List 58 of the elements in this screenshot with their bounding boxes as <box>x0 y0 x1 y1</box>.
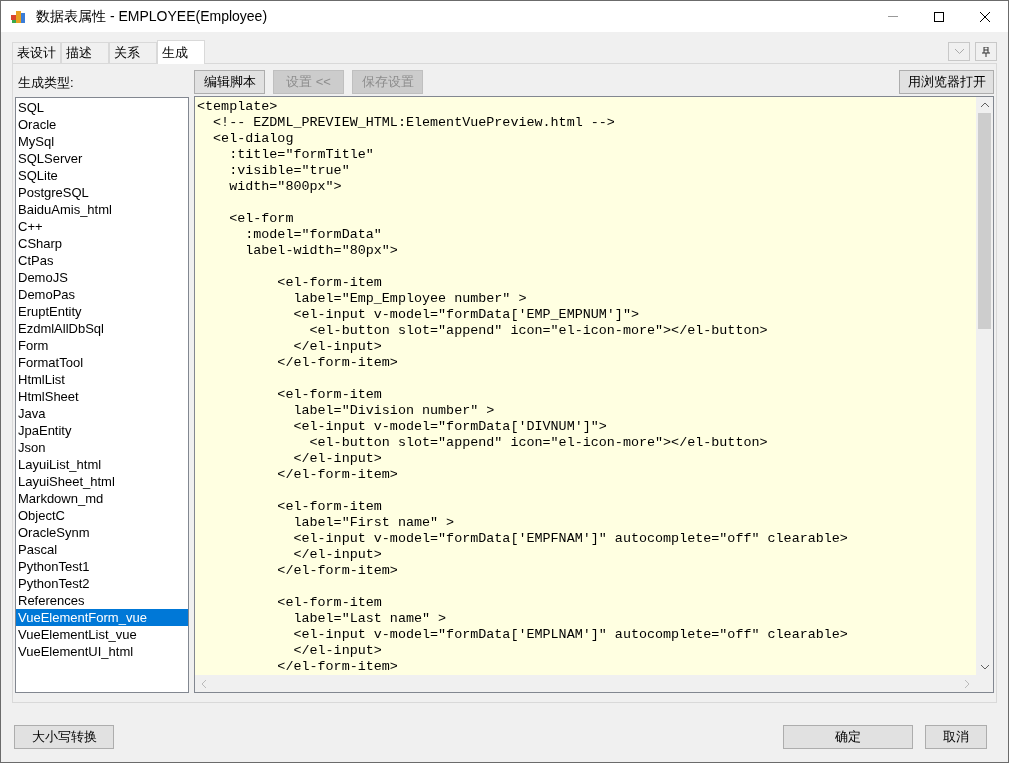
list-item[interactable]: ObjectC <box>16 507 188 524</box>
case-convert-button[interactable]: 大小写转换 <box>14 725 114 749</box>
dialog-button[interactable]: 取消 <box>925 725 987 749</box>
scrollbar-thumb[interactable] <box>978 113 991 329</box>
scroll-up-icon <box>980 102 989 107</box>
open-browser-button[interactable]: 用浏览器打开 <box>899 69 994 94</box>
list-item[interactable]: MySql <box>16 133 188 150</box>
list-item[interactable]: LayuiList_html <box>16 456 188 473</box>
list-item[interactable]: FormatTool <box>16 354 188 371</box>
list-item[interactable]: JpaEntity <box>16 422 188 439</box>
list-item[interactable]: LayuiSheet_html <box>16 473 188 490</box>
window-title: 数据表属性 - EMPLOYEE(Employee) <box>36 7 268 26</box>
app-icon <box>10 8 26 25</box>
tab[interactable]: 表设计 <box>12 42 61 63</box>
maximize-icon <box>934 11 944 22</box>
list-item[interactable]: VueElementUI_html <box>16 643 188 660</box>
tab[interactable]: 生成 <box>157 40 205 64</box>
list-item[interactable]: Java <box>16 405 188 422</box>
list-item[interactable]: DemoJS <box>16 269 188 286</box>
list-item[interactable]: Json <box>16 439 188 456</box>
chevron-down-icon <box>954 49 964 54</box>
list-item[interactable]: CSharp <box>16 235 188 252</box>
list-item[interactable]: Markdown_md <box>16 490 188 507</box>
list-item[interactable]: SQLite <box>16 167 188 184</box>
pin-icon <box>982 46 990 57</box>
list-item[interactable]: HtmlSheet <box>16 388 188 405</box>
list-item[interactable]: Form <box>16 337 188 354</box>
list-item[interactable]: VueElementList_vue <box>16 626 188 643</box>
scroll-down-icon <box>980 665 989 670</box>
dropdown-button[interactable] <box>948 42 970 61</box>
close-icon <box>980 11 990 22</box>
code-text: <template> <!-- EZDML_PREVIEW_HTML:ElementVuePreview.html --> <el-dialog :title="formTitle" :visible="true" width="800px"> <el-form :model="formData" label-width="80px"> <el-form-item label="Emp_Employee number" > <el-input v-model="formData['EMP_EMPNUM']"> <el-button slot="append" icon="el-icon-more"></el-button> </el-input> </el-form-item> <el-form-item label="Division number" > <el-input v-model="formData['DIVNUM']"> <el-button slot="append" icon="el-icon-more"></el-button> </el-input> </el-form-item> <el-form-item label="First name" > <el-input v-model="formData['EMPFNAM']" autocomplete="off" clearable> </el-input> </el-form-item> <el-form-item label="Last name" > <el-input v-model="formData['EMPLNAM']" autocomplete="off" clearable> </el-input> </el-form-item> <box>196 98 849 675</box>
list-item[interactable]: OracleSynm <box>16 524 188 541</box>
list-item[interactable]: Pascal <box>16 541 188 558</box>
tab[interactable]: 关系 <box>109 42 157 63</box>
tab[interactable]: 描述 <box>61 42 109 63</box>
list-item[interactable]: CtPas <box>16 252 188 269</box>
list-item[interactable]: C++ <box>16 218 188 235</box>
list-item[interactable]: PostgreSQL <box>16 184 188 201</box>
minimize-icon <box>888 16 898 17</box>
list-item[interactable]: VueElementForm_vue <box>16 609 188 626</box>
list-item[interactable]: EruptEntity <box>16 303 188 320</box>
list-item[interactable]: DemoPas <box>16 286 188 303</box>
list-item[interactable]: References <box>16 592 188 609</box>
scroll-right-icon <box>965 679 970 688</box>
list-item[interactable]: PythonTest1 <box>16 558 188 575</box>
list-item[interactable]: SQL <box>16 99 188 116</box>
list-item[interactable]: HtmlList <box>16 371 188 388</box>
scroll-left-icon <box>201 679 206 688</box>
list-item[interactable]: BaiduAmis_html <box>16 201 188 218</box>
sidebar-label: 生成类型: <box>17 74 75 93</box>
list-item[interactable]: SQLServer <box>16 150 188 167</box>
list-item[interactable]: EzdmlAllDbSql <box>16 320 188 337</box>
list-item[interactable]: Oracle <box>16 116 188 133</box>
toolbar-button[interactable]: 编辑脚本 <box>194 69 265 94</box>
pin-button[interactable] <box>975 42 997 61</box>
list-item[interactable]: PythonTest2 <box>16 575 188 592</box>
dialog-button[interactable]: 确定 <box>783 725 913 749</box>
